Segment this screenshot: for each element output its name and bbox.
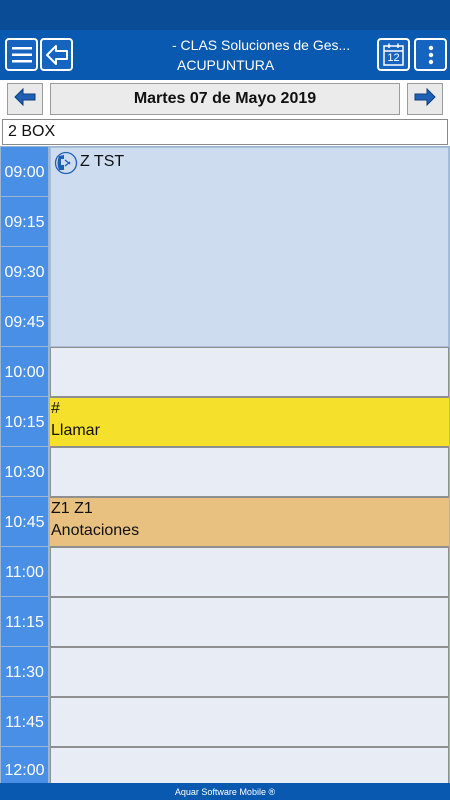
resource-name: 2 BOX (8, 123, 56, 140)
calendar-button[interactable]: 12 (377, 38, 410, 71)
resource-selector[interactable]: 2 BOX (2, 119, 448, 145)
current-date[interactable]: Martes 07 de Mayo 2019 (50, 83, 400, 115)
arrow-left-icon (45, 44, 69, 71)
time-label: 09:00 (4, 163, 45, 181)
time-slot-1000[interactable]: 10:00 (1, 347, 48, 396)
time-slot-1200[interactable]: 12:00 (1, 747, 48, 783)
empty-slot-1200[interactable] (50, 747, 449, 783)
empty-slot-1130[interactable] (50, 647, 449, 697)
arrow-left-icon (14, 87, 36, 111)
app-title-line1: - CLAS Soluciones de Ges... (172, 37, 351, 53)
time-label: 10:00 (4, 363, 45, 381)
time-slot-1115[interactable]: 11:15 (1, 597, 48, 646)
time-slot-0915[interactable]: 09:15 (1, 197, 48, 246)
time-slot-1145[interactable]: 11:45 (1, 697, 48, 746)
more-vertical-icon (428, 45, 434, 70)
calendar-day-label: 12 (387, 52, 400, 64)
empty-slot-1145[interactable] (50, 697, 449, 747)
footer: Aquar Software Mobile ® (0, 783, 450, 800)
more-options-button[interactable] (414, 38, 447, 71)
menu-button[interactable] (5, 38, 38, 71)
time-slot-1045[interactable]: 10:45 (1, 497, 48, 546)
patient-icon (53, 151, 79, 182)
calendar-icon: 12 (383, 43, 404, 66)
previous-day-button[interactable] (7, 83, 43, 115)
app-title: - CLAS Soluciones de Ges... ACUPUNTURA (80, 35, 370, 75)
appointment-title: # (51, 400, 60, 417)
status-bar (0, 0, 450, 30)
appointment-subtitle: Anotaciones (51, 522, 140, 539)
time-label: 09:30 (4, 263, 45, 281)
time-label: 09:15 (4, 213, 45, 231)
current-date-label: Martes 07 de Mayo 2019 (133, 90, 317, 107)
time-label: 09:45 (4, 313, 45, 331)
time-slot-1130[interactable]: 11:30 (1, 647, 48, 696)
appointment-subtitle: Llamar (51, 422, 100, 439)
time-label: 12:00 (4, 762, 45, 779)
time-label: 11:45 (5, 713, 44, 731)
next-day-button[interactable] (407, 83, 443, 115)
time-slot-0930[interactable]: 09:30 (1, 247, 48, 296)
appointment-llamar[interactable]: # Llamar (50, 397, 449, 447)
time-label: 10:45 (4, 513, 45, 531)
arrow-right-icon (414, 87, 436, 111)
appointment-title: Z1 Z1 (51, 500, 93, 517)
appointment-title: Z TST (80, 153, 125, 170)
back-button[interactable] (40, 38, 73, 71)
appointment-anotaciones[interactable]: Z1 Z1 Anotaciones (50, 497, 449, 547)
empty-slot-1100[interactable] (50, 547, 449, 597)
time-slot-1015[interactable]: 10:15 (1, 397, 48, 446)
time-slot-0945[interactable]: 09:45 (1, 297, 48, 346)
footer-text: Aquar Software Mobile ® (174, 786, 276, 797)
time-label: 10:15 (4, 413, 45, 431)
time-slot-1100[interactable]: 11:00 (1, 547, 48, 596)
time-label: 11:15 (5, 613, 44, 631)
time-slot-0900[interactable]: 09:00 (1, 147, 48, 196)
empty-slot-1030[interactable] (50, 447, 449, 497)
app-title-line2: ACUPUNTURA (177, 57, 275, 73)
empty-slot-1115[interactable] (50, 597, 449, 647)
empty-slot-1000[interactable] (50, 347, 449, 397)
time-label: 11:30 (5, 663, 44, 681)
time-slot-1030[interactable]: 10:30 (1, 447, 48, 496)
appointment-z-tst[interactable]: Z TST (50, 147, 449, 347)
time-label: 11:00 (5, 563, 44, 581)
hamburger-menu-icon (12, 46, 32, 69)
time-label: 10:30 (4, 463, 45, 481)
